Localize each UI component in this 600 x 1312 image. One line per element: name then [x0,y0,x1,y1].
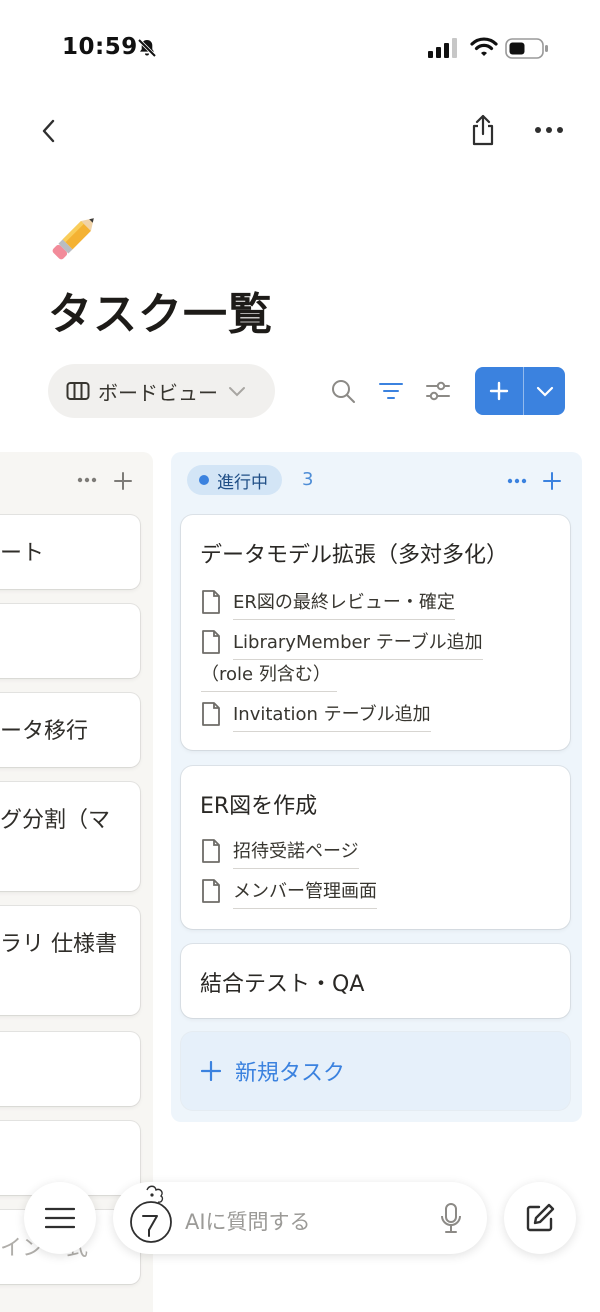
back-button[interactable] [27,109,71,153]
task-card[interactable]: データモデル拡張（多対多化） ER図の最終レビュー・確定 LibraryMemb… [181,515,570,750]
search-button[interactable] [323,371,363,411]
chevron-left-icon [42,119,55,143]
signal-icon [428,38,457,58]
subtask-item[interactable]: Invitation テーブル追加 [201,699,431,732]
subtask-label: （role 列含む） [201,659,337,692]
subtask-item[interactable]: メンバー管理画面 [201,876,377,909]
task-card[interactable] [0,1032,140,1106]
task-card[interactable]: ER図を作成 招待受諾ページ メンバー管理画面 [181,766,570,929]
share-icon [472,114,494,146]
bell-muted-icon [137,38,157,58]
column-add-icon[interactable] [543,472,561,490]
subtask-label: Invitation テーブル追加 [233,699,431,732]
subtask-label: 招待受諾ページ [233,836,359,869]
card-title: ER図を作成 [200,794,318,819]
view-label: ボードビュー [98,380,218,405]
ai-input-placeholder: AIに質問する [185,1210,311,1234]
card-title: 結合テスト・QA [200,972,365,997]
page-icon [202,590,220,614]
page-icon [202,879,220,903]
settings-button[interactable] [418,371,458,411]
status-dot [199,475,209,485]
filter-button[interactable] [371,371,411,411]
page-title: タスク一覧 [48,289,273,340]
ai-avatar-icon [130,1185,172,1243]
plus-icon [201,1061,221,1081]
new-task-label: 新規タスク [235,1061,346,1086]
chevron-down-icon [229,387,245,397]
subtask-label: ER図の最終レビュー・確定 [233,587,455,620]
board-view-icon [66,382,90,400]
plus-icon [489,381,509,401]
more-icon[interactable] [77,477,97,483]
status-time: 10:59 [62,34,138,60]
subtask-item[interactable]: 招待受諾ページ [201,836,359,869]
subtask-item[interactable]: LibraryMember テーブル追加 [201,627,483,660]
card-title: ータ移行 [0,719,89,744]
compose-icon [526,1203,555,1232]
plus-icon[interactable] [114,472,132,490]
task-card[interactable]: ート [0,515,140,589]
view-switcher[interactable]: ボードビュー [48,364,275,418]
card-title: データモデル拡張（多対多化） [200,543,509,568]
menu-button[interactable] [24,1182,96,1254]
filter-icon [379,383,403,399]
page-icon [202,839,220,863]
subtask-label: メンバー管理画面 [233,876,377,909]
more-button[interactable] [527,108,571,152]
subtask-item[interactable]: ER図の最終レビュー・確定 [201,587,455,620]
wifi-icon [470,37,498,56]
task-card[interactable]: ラリ 仕様書 [0,906,140,1015]
chevron-down-icon [536,386,553,397]
subtask-continuation: （role 列含む） [201,659,337,692]
card-title: グ分割（マ [0,808,111,833]
page-icon [202,630,220,654]
status-label: 進行中 [217,472,268,493]
new-task-button[interactable]: 新規タスク [181,1032,570,1110]
task-card[interactable]: ータ移行 [0,693,140,767]
column-count: 3 [302,469,314,490]
new-options-button[interactable] [524,367,565,415]
pencil-icon [52,218,94,260]
task-card[interactable] [0,604,140,678]
subtask-label: LibraryMember テーブル追加 [233,627,483,660]
new-item-button[interactable] [475,367,565,415]
share-button[interactable] [461,108,505,152]
column-more-icon[interactable] [507,478,527,484]
task-card[interactable]: グ分割（マ [0,782,140,891]
add-button[interactable] [475,367,523,415]
card-title: ラリ 仕様書 [0,932,117,957]
menu-icon [45,1207,75,1229]
task-card[interactable]: 結合テスト・QA [181,944,570,1018]
card-title: ート [0,541,45,566]
battery-icon [505,38,548,59]
microphone-icon[interactable] [440,1202,462,1234]
more-icon [535,127,563,133]
search-icon [332,380,355,403]
page-icon [202,702,220,726]
compose-button[interactable] [504,1182,576,1254]
sliders-icon [426,381,450,401]
status-badge: 進行中 [187,465,282,495]
